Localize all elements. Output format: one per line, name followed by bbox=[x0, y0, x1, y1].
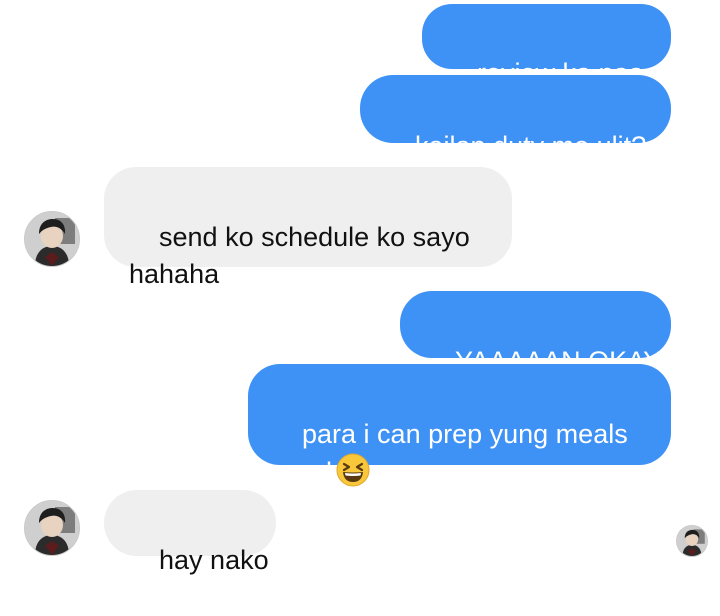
message-text: para i can prep yung meals agad bbox=[272, 419, 628, 487]
message-text: send ko schedule ko sayo hahaha bbox=[129, 222, 470, 289]
message-bubble-incoming[interactable]: send ko schedule ko sayo hahaha bbox=[104, 167, 512, 289]
message-bubble-outgoing[interactable]: YAAAAAN OKAY bbox=[400, 291, 671, 376]
contact-avatar-icon[interactable] bbox=[24, 211, 80, 267]
contact-avatar-icon[interactable] bbox=[24, 500, 80, 556]
message-text: hay nako bbox=[159, 545, 269, 575]
message-text: kailan duty mo ulit? bbox=[415, 131, 647, 161]
message-bubble-incoming[interactable]: hay nako bbox=[104, 490, 276, 575]
message-bubble-outgoing[interactable]: para i can prep yung meals agad bbox=[248, 364, 671, 487]
grinning-squinting-face-emoji-icon bbox=[336, 453, 370, 487]
message-bubble-outgoing[interactable]: kailan duty mo ulit? bbox=[360, 75, 671, 161]
read-receipt-avatar-icon bbox=[676, 525, 708, 557]
message-bubble-outgoing[interactable]: review ka naaa bbox=[422, 4, 671, 88]
